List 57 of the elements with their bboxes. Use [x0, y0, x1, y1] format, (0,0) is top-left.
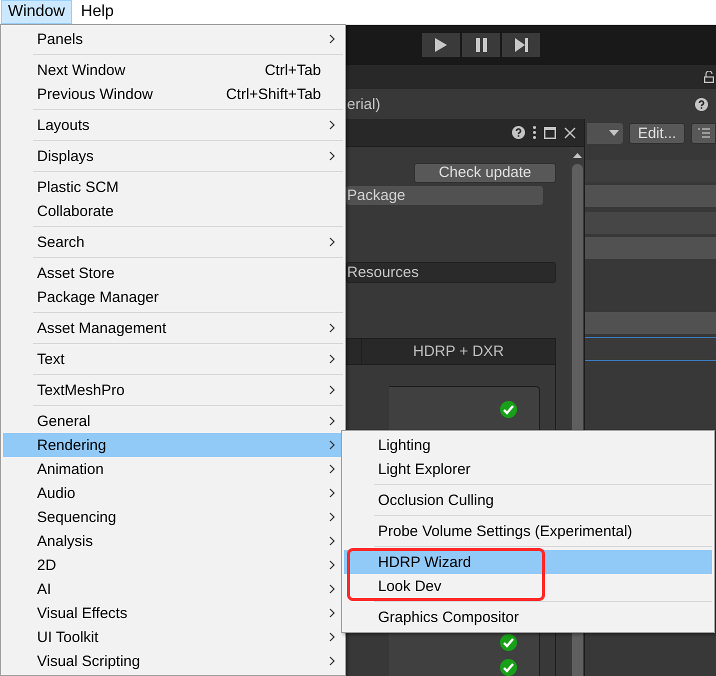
menu-item[interactable]: Audio [3, 481, 343, 505]
help-icon[interactable] [512, 126, 525, 139]
menu-item[interactable]: UI Toolkit [3, 625, 343, 649]
menu-item[interactable]: Asset Management [3, 316, 343, 340]
scroll-up-icon[interactable] [572, 153, 582, 158]
menu-item[interactable]: Plastic SCM [3, 175, 343, 199]
list-button[interactable] [691, 122, 716, 144]
menu-bar-item[interactable]: Window [1, 0, 72, 24]
menu-item[interactable]: Visual Scripting [3, 649, 343, 673]
inspector-title: erial) [347, 96, 382, 112]
menu-item[interactable]: 2D [3, 553, 343, 577]
kebab-menu-icon[interactable] [533, 126, 536, 139]
check-icon [500, 401, 517, 418]
menu-item[interactable]: Search [3, 230, 343, 254]
menu-item[interactable]: Asset Store [3, 261, 343, 285]
maximize-icon[interactable] [544, 126, 556, 138]
pause-icon [476, 38, 486, 52]
menu-item[interactable]: Light Explorer [344, 457, 712, 481]
play-icon [435, 38, 447, 52]
edit-button[interactable]: Edit... [629, 122, 685, 144]
help-icon[interactable] [695, 98, 708, 110]
menu-item[interactable]: Occlusion Culling [344, 488, 712, 512]
menu-item[interactable]: Collaborate [3, 199, 343, 223]
caret-icon [609, 130, 619, 136]
close-icon[interactable] [564, 126, 576, 138]
play-button[interactable] [422, 33, 460, 57]
check-icon [500, 634, 517, 651]
menu-item[interactable]: HDRP Wizard [344, 550, 712, 574]
menu-item[interactable]: Lighting [344, 433, 712, 457]
resources-field[interactable]: Resources [346, 262, 556, 283]
check-update-button[interactable]: Check update [414, 163, 556, 183]
dropdown[interactable] [587, 122, 623, 144]
menu-item[interactable]: Sequencing [3, 505, 343, 529]
menu-item[interactable]: Displays [3, 144, 343, 168]
menu-item[interactable]: Text [3, 347, 343, 371]
step-button[interactable] [502, 33, 540, 57]
pause-button[interactable] [462, 33, 500, 57]
menu-item[interactable]: Rendering [3, 433, 343, 457]
package-field[interactable]: Package [346, 186, 543, 206]
lock-icon[interactable] [704, 71, 714, 83]
menu-item[interactable]: AI [3, 577, 343, 601]
menu-item[interactable]: Panels [3, 27, 343, 51]
menu-bar-item[interactable]: Help [74, 0, 121, 24]
step-icon [514, 38, 528, 52]
menu-item[interactable]: Analysis [3, 529, 343, 553]
check-icon [500, 659, 517, 676]
list-icon [698, 128, 710, 138]
menu-item[interactable]: Graphics Compositor [344, 605, 712, 629]
menu-item[interactable]: Layouts [3, 113, 343, 137]
menu-item[interactable]: Animation [3, 457, 343, 481]
menu-item[interactable]: General [3, 409, 343, 433]
menu-item[interactable]: Visual Effects [3, 601, 343, 625]
menu-item[interactable]: Previous Window Ctrl+Shift+Tab [3, 82, 343, 106]
menu-item[interactable]: Package Manager [3, 285, 343, 309]
menu-item[interactable]: TextMeshPro [3, 378, 343, 402]
column-header: HDRP + DXR [412, 342, 505, 362]
menu-item[interactable]: Probe Volume Settings (Experimental) [344, 519, 712, 543]
